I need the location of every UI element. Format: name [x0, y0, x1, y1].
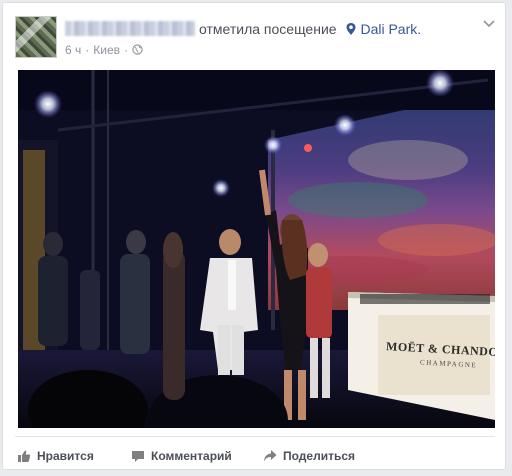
- actions-divider: [15, 436, 495, 437]
- comment-label: Комментарий: [151, 449, 232, 463]
- location-pin-icon: [346, 23, 356, 35]
- photo-scene: [18, 70, 495, 428]
- chevron-down-icon[interactable]: [481, 15, 497, 31]
- share-icon: [264, 450, 277, 462]
- post-time[interactable]: 6 ч: [65, 43, 81, 57]
- post-photo[interactable]: MOËT & CHANDON CHAMPAGNE: [18, 70, 495, 428]
- action-bar: Нравится Комментарий Поделиться: [15, 443, 495, 467]
- like-icon: [18, 450, 31, 462]
- globe-icon[interactable]: [132, 44, 143, 55]
- post-verb: отметила посещение: [199, 21, 337, 37]
- post-location[interactable]: Киев: [93, 43, 120, 57]
- comment-button[interactable]: Комментарий: [131, 449, 232, 463]
- place-link[interactable]: Dali Park.: [360, 21, 421, 37]
- like-button[interactable]: Нравится: [17, 449, 94, 463]
- post-meta: 6 ч · Киев ·: [65, 43, 143, 57]
- post-header: отметила посещение Dali Park.: [65, 21, 421, 37]
- like-label: Нравится: [37, 449, 94, 463]
- author-name[interactable]: [65, 21, 195, 36]
- share-label: Поделиться: [283, 449, 356, 463]
- avatar[interactable]: [15, 16, 57, 58]
- share-button[interactable]: Поделиться: [263, 449, 355, 463]
- post-card: отметила посещение Dali Park. 6 ч · Киев ·: [2, 2, 506, 470]
- comment-icon: [132, 451, 144, 462]
